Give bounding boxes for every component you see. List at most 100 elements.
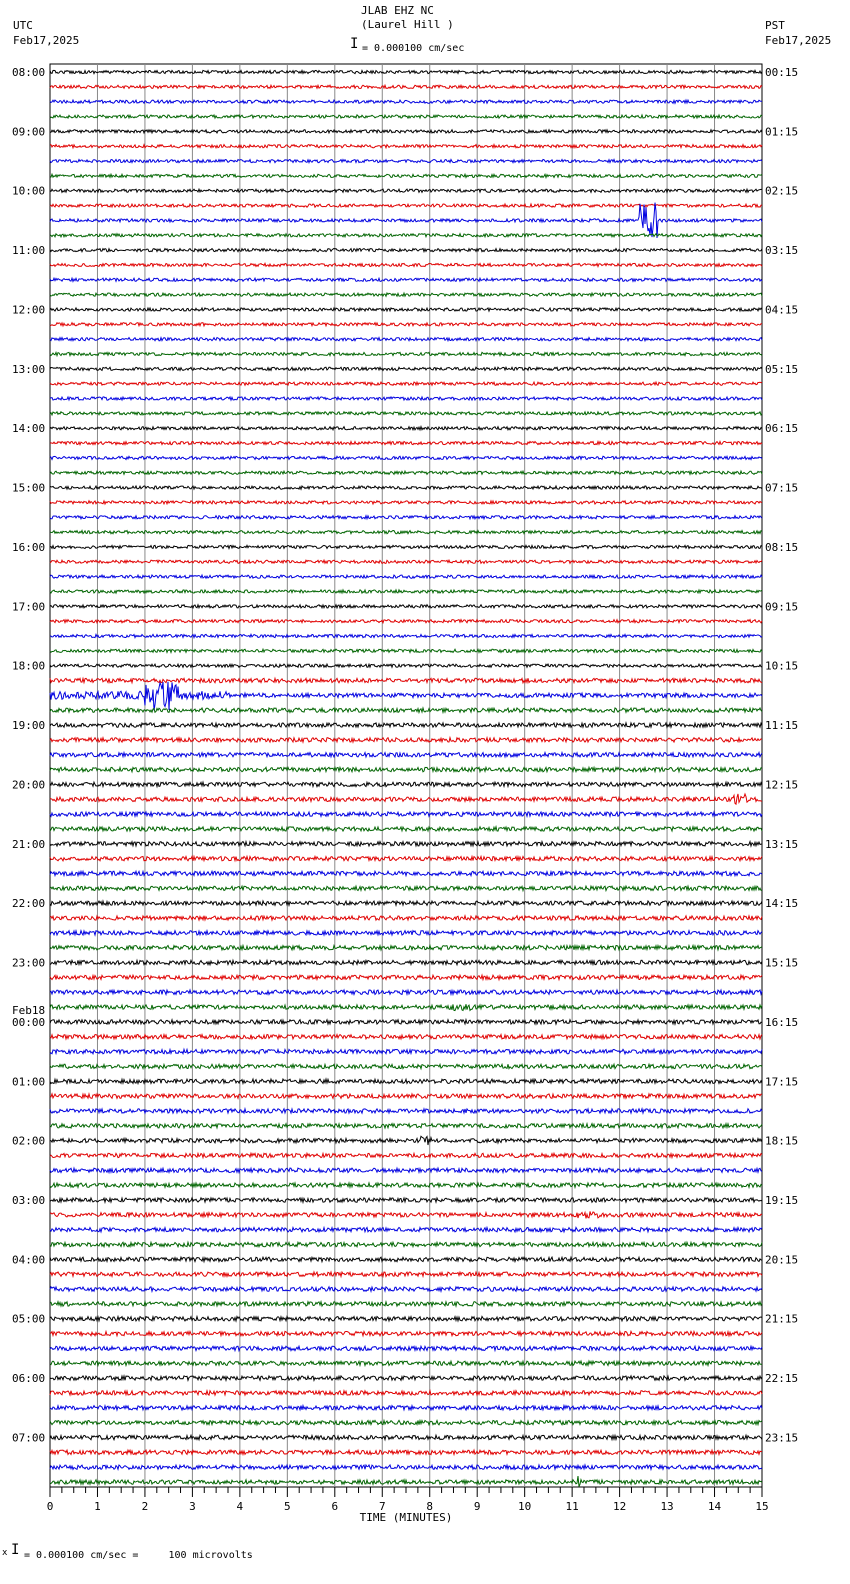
seismic-trace — [49, 306, 763, 313]
pst-hour-label: 23:15 — [765, 1431, 798, 1444]
utc-hour-label: 00:00 — [12, 1016, 45, 1029]
seismic-trace — [49, 544, 763, 551]
seismic-trace — [49, 1166, 763, 1175]
utc-hour-label: 02:00 — [12, 1135, 45, 1148]
seismic-trace — [49, 83, 763, 90]
seismic-trace — [49, 187, 762, 194]
seismic-trace — [49, 1121, 763, 1130]
x-tick-label: 6 — [331, 1500, 338, 1513]
seismic-trace — [49, 928, 763, 937]
seismic-trace — [49, 899, 763, 908]
pst-hour-label: 04:15 — [765, 303, 798, 316]
x-tick-label: 15 — [755, 1500, 768, 1513]
utc-hour-label: 20:00 — [12, 778, 45, 791]
seismic-trace — [49, 988, 763, 997]
utc-hour-label: 14:00 — [12, 422, 45, 435]
utc-hour-label: 13:00 — [12, 363, 45, 376]
seismic-trace — [49, 1476, 763, 1487]
seismic-trace — [49, 810, 763, 819]
seismic-trace — [49, 455, 763, 461]
x-tick-label: 1 — [94, 1500, 101, 1513]
seismic-trace — [49, 172, 763, 180]
seismic-trace — [49, 113, 763, 120]
seismic-trace — [49, 1135, 763, 1146]
seismic-trace — [49, 1299, 763, 1309]
pst-hour-label: 08:15 — [765, 541, 798, 554]
seismic-trace — [49, 469, 763, 476]
seismic-trace — [49, 1077, 763, 1086]
pst-hour-label: 10:15 — [765, 660, 798, 673]
seismic-trace — [49, 884, 763, 893]
seismic-trace — [49, 676, 763, 685]
pst-hour-label: 05:15 — [765, 363, 798, 376]
seismic-trace — [49, 1240, 763, 1249]
pst-hour-label: 03:15 — [765, 244, 798, 257]
seismic-trace — [49, 958, 763, 967]
seismic-trace — [49, 792, 763, 806]
seismic-trace — [49, 1196, 763, 1205]
x-tick-label: 9 — [474, 1500, 481, 1513]
x-tick-label: 2 — [142, 1500, 149, 1513]
seismic-trace — [49, 1403, 763, 1412]
pst-hour-label: 15:15 — [765, 957, 798, 970]
seismic-trace — [49, 365, 763, 372]
seismic-trace — [49, 439, 763, 447]
seismic-trace — [49, 232, 763, 239]
seismic-trace — [49, 973, 763, 982]
seismic-trace — [49, 1344, 763, 1353]
utc-hour-label: 19:00 — [12, 719, 45, 732]
seismic-trace — [49, 618, 763, 625]
seismic-trace — [50, 1329, 763, 1338]
utc-hour-label: 08:00 — [12, 66, 45, 79]
seismic-trace — [49, 1433, 763, 1442]
utc-hour-label: 11:00 — [12, 244, 45, 257]
x-tick-label: 3 — [189, 1500, 196, 1513]
seismic-trace — [49, 706, 763, 715]
seismic-trace — [49, 98, 763, 105]
utc-hour-label: 04:00 — [12, 1253, 45, 1266]
utc-hour-label: 09:00 — [12, 125, 45, 138]
pst-hour-label: 17:15 — [765, 1075, 798, 1088]
seismic-trace — [49, 484, 763, 491]
pst-hour-label: 11:15 — [765, 719, 798, 732]
seismic-trace — [49, 247, 763, 254]
utc-hour-label: 15:00 — [12, 482, 45, 495]
seismic-trace — [49, 765, 763, 774]
seismic-trace — [49, 1448, 763, 1457]
x-tick-label: 4 — [237, 1500, 244, 1513]
seismic-trace — [49, 721, 763, 730]
utc-hour-label: 12:00 — [12, 303, 45, 316]
seismic-trace — [49, 1285, 763, 1294]
seismic-trace — [49, 824, 763, 834]
seismic-trace — [49, 1374, 763, 1383]
x-tick-label: 5 — [284, 1500, 291, 1513]
utc-hour-label: 05:00 — [12, 1313, 45, 1326]
seismic-trace — [49, 603, 763, 610]
pst-hour-label: 07:15 — [765, 482, 798, 495]
x-tick-label: 12 — [613, 1500, 626, 1513]
seismic-trace — [49, 662, 763, 669]
seismic-trace — [49, 780, 763, 789]
seismic-trace — [49, 943, 763, 952]
utc-hour-label: 06:00 — [12, 1372, 45, 1385]
utc-hour-label: 23:00 — [12, 957, 45, 970]
seismic-trace — [49, 276, 763, 283]
utc-hour-label: 18:00 — [12, 660, 45, 673]
seismic-trace — [49, 869, 763, 878]
seismic-trace — [49, 633, 763, 640]
pst-hour-label: 18:15 — [765, 1135, 798, 1148]
pst-hour-label: 00:15 — [765, 66, 798, 79]
x-tick-label: 14 — [708, 1500, 722, 1513]
pst-hour-label: 12:15 — [765, 778, 798, 791]
seismic-trace — [49, 321, 762, 328]
pst-hour-label: 09:15 — [765, 600, 798, 613]
seismic-trace — [49, 1047, 763, 1056]
seismic-trace — [49, 647, 763, 654]
seismic-trace — [49, 558, 763, 565]
seismic-trace — [49, 1388, 763, 1397]
seismic-trace — [49, 158, 763, 165]
pst-hour-label: 20:15 — [765, 1253, 798, 1266]
pst-hour-label: 21:15 — [765, 1313, 798, 1326]
utc-hour-label: 17:00 — [12, 600, 45, 613]
seismic-trace — [49, 735, 763, 745]
